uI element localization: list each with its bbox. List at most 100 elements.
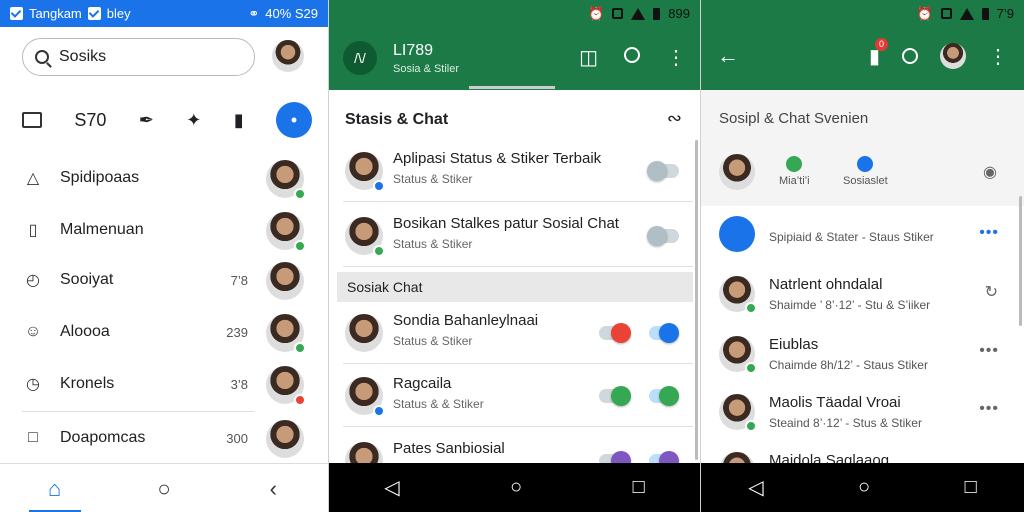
toggle-switch[interactable] [599, 386, 631, 406]
menu-item[interactable]: □ Doapomcas 300 [22, 416, 322, 460]
inbox-icon[interactable] [22, 112, 42, 128]
menu-item[interactable]: ◷ Kronels 3’8 [22, 362, 322, 406]
search-icon[interactable] [624, 47, 640, 63]
chat-row-title: Maolis Täadal Vroai [769, 394, 901, 411]
status-label: bley [106, 6, 131, 21]
toggle-knob [611, 386, 631, 406]
back-arrow-icon[interactable]: ← [717, 43, 739, 69]
chat-row-title: Eiublas [769, 336, 819, 353]
status-time: 899 [668, 6, 690, 21]
recents-icon[interactable]: □ [633, 476, 645, 499]
chat-row[interactable]: Maolis Täadal Vroai Steaind 8’·12’ - Stus… [719, 386, 1019, 446]
chat-row-subtitle: Spipiaid & Stater - Staus Stiker [769, 230, 934, 244]
home-icon[interactable]: ○ [858, 476, 870, 499]
more-vert-icon[interactable]: ⋮ [988, 44, 1008, 69]
contact-avatar[interactable] [266, 314, 306, 354]
toolbar-label[interactable]: S70 [74, 110, 106, 131]
contact-avatar[interactable] [266, 366, 306, 406]
toggle-switch[interactable] [647, 226, 679, 246]
toggle-switch[interactable] [649, 386, 679, 406]
app-bar-actions: ◫ ⋮ [579, 45, 686, 70]
app-subtitle: Sosia & Stiler [393, 63, 460, 75]
contact-avatar [719, 394, 757, 432]
toolbar: S70 ✒ ✦ ▮ • [22, 100, 312, 140]
chat-row-title: Natrlent ohndalal [769, 276, 883, 293]
toggle-switch[interactable] [649, 323, 679, 343]
tab-indicator [469, 86, 555, 89]
home-icon[interactable]: ⌂ [25, 464, 85, 512]
app-logo[interactable]: /\/ [343, 41, 377, 75]
menu-item-count: 239 [226, 324, 248, 340]
pen-icon[interactable]: ✒ [139, 110, 154, 131]
tab-2[interactable]: Sosiaslet [843, 156, 888, 187]
list-item[interactable]: Bosikan Stalkes patur Sosial Chat Status … [343, 205, 693, 267]
toggle-knob [611, 323, 631, 343]
chat-row[interactable]: Natrlent ohndalal Shaimde ’ 8’·12’ - Stu … [719, 268, 1019, 328]
toggle-knob [647, 161, 667, 181]
camera-icon[interactable]: ◉ [983, 162, 997, 182]
list-item[interactable]: Sondia Bahanleylnaai Status & Stiker [343, 302, 693, 364]
logo-glyph: /\/ [354, 50, 366, 66]
megaphone-icon[interactable]: ▮ [234, 110, 244, 131]
status-bar: Tangkam bley ⚭ 40% S29 [0, 0, 328, 27]
notification-icon[interactable]: ▮ 0 [869, 37, 888, 69]
book-icon[interactable]: ◫ [579, 45, 598, 70]
contact-avatar[interactable] [266, 420, 304, 458]
menu-item[interactable]: ☺ Aloooa 239 [22, 310, 322, 354]
more-vert-icon[interactable]: ⋮ [666, 45, 686, 70]
search-placeholder: Sosiks [59, 48, 107, 65]
sim-icon [612, 8, 624, 19]
toggle-switch[interactable] [599, 323, 631, 343]
status-badge [294, 394, 306, 406]
screen-chat-detail: ⏰ 7’9 ← ▮ 0 ⋮ Sosipl & Chat Svenien Mia’t… [700, 0, 1024, 512]
search-input[interactable]: Sosiks [22, 38, 255, 76]
back-icon[interactable]: ◁ [748, 475, 763, 500]
more-options-icon[interactable]: ••• [979, 342, 999, 360]
notification-badge: 0 [875, 37, 888, 51]
status-icons: ⚭ 40% S29 [248, 6, 318, 22]
compose-button[interactable]: • [276, 102, 312, 138]
scrollbar[interactable] [1019, 196, 1022, 326]
profile-avatar[interactable] [272, 40, 304, 72]
list-item-title: Bosikan Stalkes patur Sosial Chat [393, 215, 619, 232]
list-item[interactable]: Aplipasi Status & Stiker Terbaik Status &… [343, 140, 693, 202]
recents-icon[interactable]: □ [965, 476, 977, 499]
back-icon[interactable]: ◁ [384, 475, 399, 500]
sparkle-icon[interactable]: ✦ [186, 110, 201, 131]
status-carrier: Tangkam [29, 6, 82, 21]
user-avatar[interactable] [719, 154, 755, 190]
toggle-switch[interactable] [647, 161, 679, 181]
list-item-title: Ragcaila [393, 375, 452, 392]
contact-avatar[interactable] [266, 160, 306, 200]
chat-row[interactable]: Eiublas Chaimde 8h/12’ - Staus Stiker ••• [719, 328, 1019, 388]
menu-item-label: Sooiyat [60, 271, 114, 288]
close-icon[interactable]: ∾ [667, 108, 682, 129]
contact-avatar[interactable] [266, 262, 304, 300]
more-options-icon[interactable]: ••• [979, 224, 999, 242]
home-icon[interactable]: ○ [510, 476, 522, 499]
list-item-title: Sondia Bahanleylnaai [393, 312, 539, 329]
alert-triangle-icon: △ [26, 170, 40, 187]
contact-avatar[interactable] [266, 212, 306, 252]
profile-avatar[interactable] [940, 43, 966, 69]
signal-icon [959, 7, 974, 20]
list-item[interactable]: Ragcaila Status & & Stiker [343, 365, 693, 427]
back-icon[interactable]: ‹ [243, 464, 303, 512]
toggle-knob [659, 386, 679, 406]
menu-item[interactable]: △ Spidipoaas [22, 156, 322, 200]
scrollbar[interactable] [695, 140, 698, 460]
menu-item[interactable]: ◴ Sooiyat 7’8 [22, 258, 322, 302]
search-icon[interactable] [902, 48, 918, 64]
menu-item-label: Kronels [60, 375, 115, 392]
more-options-icon[interactable]: ••• [979, 400, 999, 418]
tab-1[interactable]: Mia’ti’i [779, 156, 810, 187]
status-badge [294, 240, 306, 252]
status-bar: ⏰ 7’9 [701, 0, 1024, 27]
more-options-icon[interactable]: ↻ [985, 282, 999, 302]
contact-avatar [719, 276, 757, 314]
chat-row[interactable]: Spipiaid & Stater - Staus Stiker ••• [719, 210, 1019, 270]
alarm-icon: ⏰ [916, 5, 933, 21]
battery-icon [653, 7, 661, 20]
menu-item[interactable]: ▯ Malmenuan [22, 208, 322, 252]
circle-home-icon[interactable]: ○ [134, 464, 194, 512]
